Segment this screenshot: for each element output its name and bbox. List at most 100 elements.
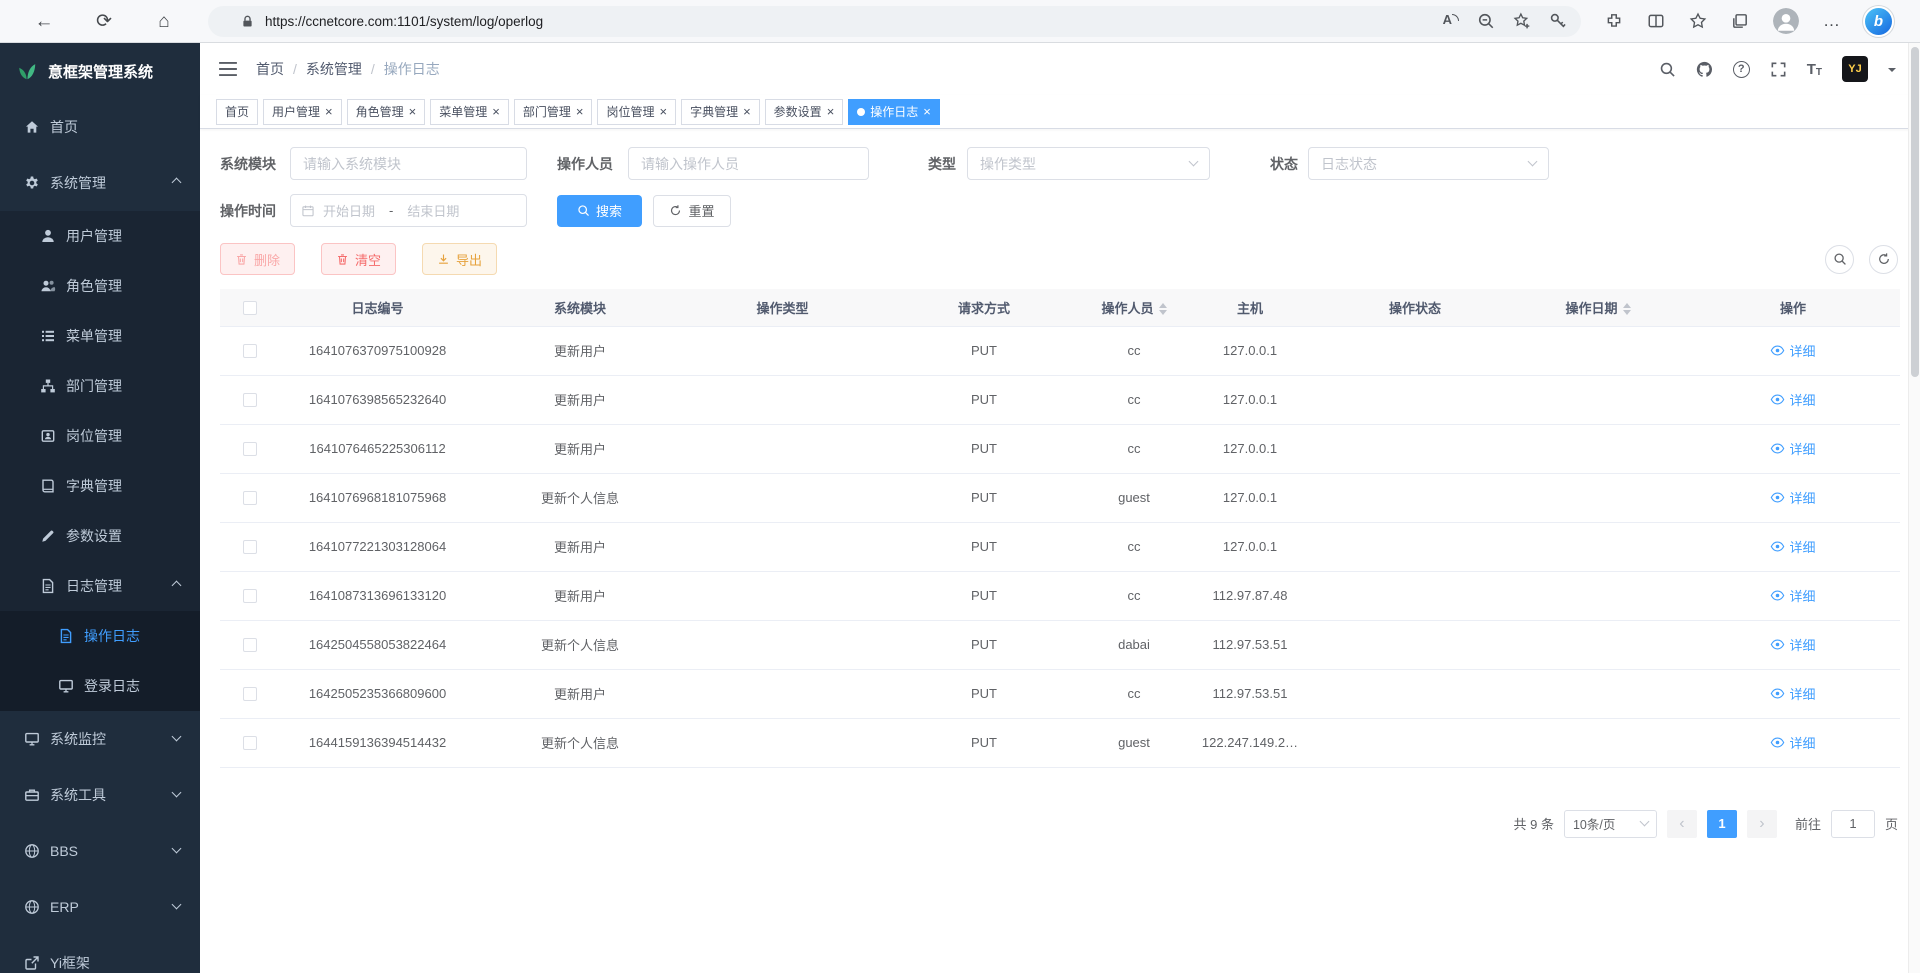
col-header-date[interactable]: 操作日期 (1510, 289, 1686, 326)
zoom-out-icon[interactable] (1477, 12, 1495, 30)
refresh-table-button[interactable] (1869, 245, 1898, 274)
view-tab[interactable]: 用户管理 × (263, 99, 342, 125)
hamburger-icon[interactable] (218, 60, 238, 78)
row-checkbox[interactable] (243, 687, 257, 701)
show-search-button[interactable] (1825, 245, 1854, 274)
address-bar[interactable]: https://ccnetcore.com:1101/system/log/op… (208, 6, 1581, 37)
detail-link[interactable]: 详细 (1770, 439, 1815, 458)
extensions-icon[interactable] (1605, 12, 1623, 30)
clear-button[interactable]: 清空 (321, 243, 396, 275)
page-scrollbar[interactable] (1908, 43, 1920, 973)
tab-close-icon[interactable]: × (576, 105, 584, 118)
sidebar-item[interactable]: 系统监控 (0, 711, 200, 767)
sidebar-item[interactable]: 日志管理 (0, 561, 200, 611)
sort-icons[interactable] (1623, 303, 1631, 315)
detail-link[interactable]: 详细 (1770, 341, 1815, 360)
detail-link[interactable]: 详细 (1770, 684, 1815, 703)
view-tab[interactable]: 部门管理 × (514, 99, 593, 125)
current-page-button[interactable]: 1 (1707, 810, 1737, 838)
sidebar-item[interactable]: BBS (0, 823, 200, 879)
sort-icons[interactable] (1159, 303, 1167, 315)
favorites-icon[interactable] (1689, 12, 1707, 30)
row-checkbox[interactable] (243, 638, 257, 652)
url-text[interactable]: https://ccnetcore.com:1101/system/log/op… (265, 14, 1425, 29)
export-button[interactable]: 导出 (422, 243, 497, 275)
sidebar-item[interactable]: 操作日志 (0, 611, 200, 661)
row-checkbox[interactable] (243, 491, 257, 505)
tab-close-icon[interactable]: × (325, 105, 333, 118)
row-checkbox[interactable] (243, 393, 257, 407)
sidebar-item[interactable]: 参数设置 (0, 511, 200, 561)
tab-close-icon[interactable]: × (827, 105, 835, 118)
tab-close-icon[interactable]: × (923, 105, 931, 118)
reset-button[interactable]: 重置 (653, 195, 731, 227)
row-checkbox[interactable] (243, 540, 257, 554)
delete-button[interactable]: 删除 (220, 243, 295, 275)
select-all-checkbox[interactable] (243, 301, 257, 315)
breadcrumb-home[interactable]: 首页 (256, 59, 284, 79)
detail-link[interactable]: 详细 (1770, 733, 1815, 752)
sidebar-item[interactable]: 登录日志 (0, 661, 200, 711)
sidebar-item[interactable]: 用户管理 (0, 211, 200, 261)
github-icon[interactable] (1696, 61, 1713, 78)
operator-input[interactable] (628, 147, 869, 180)
detail-link[interactable]: 详细 (1770, 488, 1815, 507)
detail-link[interactable]: 详细 (1770, 537, 1815, 556)
search-button[interactable]: 搜索 (557, 195, 642, 227)
help-icon[interactable]: ? (1733, 61, 1750, 78)
row-checkbox[interactable] (243, 344, 257, 358)
view-tab[interactable]: 字典管理 × (681, 99, 760, 125)
sidebar-item[interactable]: 首页 (0, 99, 200, 155)
add-favorite-icon[interactable] (1513, 12, 1531, 30)
sidebar-item[interactable]: 菜单管理 (0, 311, 200, 361)
tab-close-icon[interactable]: × (659, 105, 667, 118)
detail-link[interactable]: 详细 (1770, 586, 1815, 605)
sidebar-item[interactable]: 字典管理 (0, 461, 200, 511)
row-checkbox[interactable] (243, 736, 257, 750)
view-tab[interactable]: 岗位管理 × (597, 99, 676, 125)
split-screen-icon[interactable] (1647, 12, 1665, 30)
tab-close-icon[interactable]: × (492, 105, 500, 118)
collections-icon[interactable] (1731, 12, 1749, 30)
view-tab[interactable]: 参数设置 × (765, 99, 844, 125)
view-tab[interactable]: 操作日志 × (848, 99, 940, 125)
sidebar-item[interactable]: 岗位管理 (0, 411, 200, 461)
row-checkbox[interactable] (243, 442, 257, 456)
tab-close-icon[interactable]: × (743, 105, 751, 118)
status-select[interactable]: 日志状态 (1308, 147, 1549, 180)
detail-link[interactable]: 详细 (1770, 390, 1815, 409)
next-page-button[interactable]: › (1747, 810, 1777, 838)
view-tab[interactable]: 角色管理 × (347, 99, 426, 125)
page-size-select[interactable]: 10条/页 (1564, 810, 1657, 838)
bing-icon[interactable]: b (1865, 8, 1892, 35)
end-date-placeholder[interactable]: 结束日期 (407, 201, 459, 220)
profile-avatar[interactable] (1773, 8, 1799, 34)
font-size-icon[interactable]: TT (1807, 61, 1822, 78)
module-input[interactable] (290, 147, 527, 180)
breadcrumb-system[interactable]: 系统管理 (306, 59, 362, 79)
user-avatar[interactable]: YJ (1842, 56, 1868, 82)
goto-page-input[interactable] (1831, 810, 1875, 838)
browser-refresh-button[interactable]: ⟳ (74, 0, 134, 43)
view-tab[interactable]: 菜单管理 × (430, 99, 509, 125)
header-search-icon[interactable] (1659, 61, 1676, 78)
sidebar-item[interactable]: Yi框架 (0, 935, 200, 973)
fullscreen-icon[interactable] (1770, 61, 1787, 78)
sidebar-item[interactable]: 系统管理 (0, 155, 200, 211)
date-range-picker[interactable]: 开始日期 - 结束日期 (290, 194, 527, 227)
sidebar-item[interactable]: ERP (0, 879, 200, 935)
sidebar-item[interactable]: 系统工具 (0, 767, 200, 823)
scrollbar-thumb[interactable] (1911, 47, 1919, 377)
type-select[interactable]: 操作类型 (967, 147, 1210, 180)
col-header-operator[interactable]: 操作人员 (1088, 289, 1180, 326)
prev-page-button[interactable]: ‹ (1667, 810, 1697, 838)
avatar-caret-icon[interactable] (1888, 68, 1896, 76)
browser-back-button[interactable]: ← (14, 0, 74, 43)
sidebar-item[interactable]: 角色管理 (0, 261, 200, 311)
browser-home-button[interactable]: ⌂ (134, 0, 194, 43)
password-key-icon[interactable] (1549, 12, 1567, 30)
start-date-placeholder[interactable]: 开始日期 (323, 201, 375, 220)
sidebar-item[interactable]: 部门管理 (0, 361, 200, 411)
view-tab[interactable]: 首页 (216, 99, 258, 125)
read-aloud-icon[interactable]: A (1443, 12, 1459, 30)
